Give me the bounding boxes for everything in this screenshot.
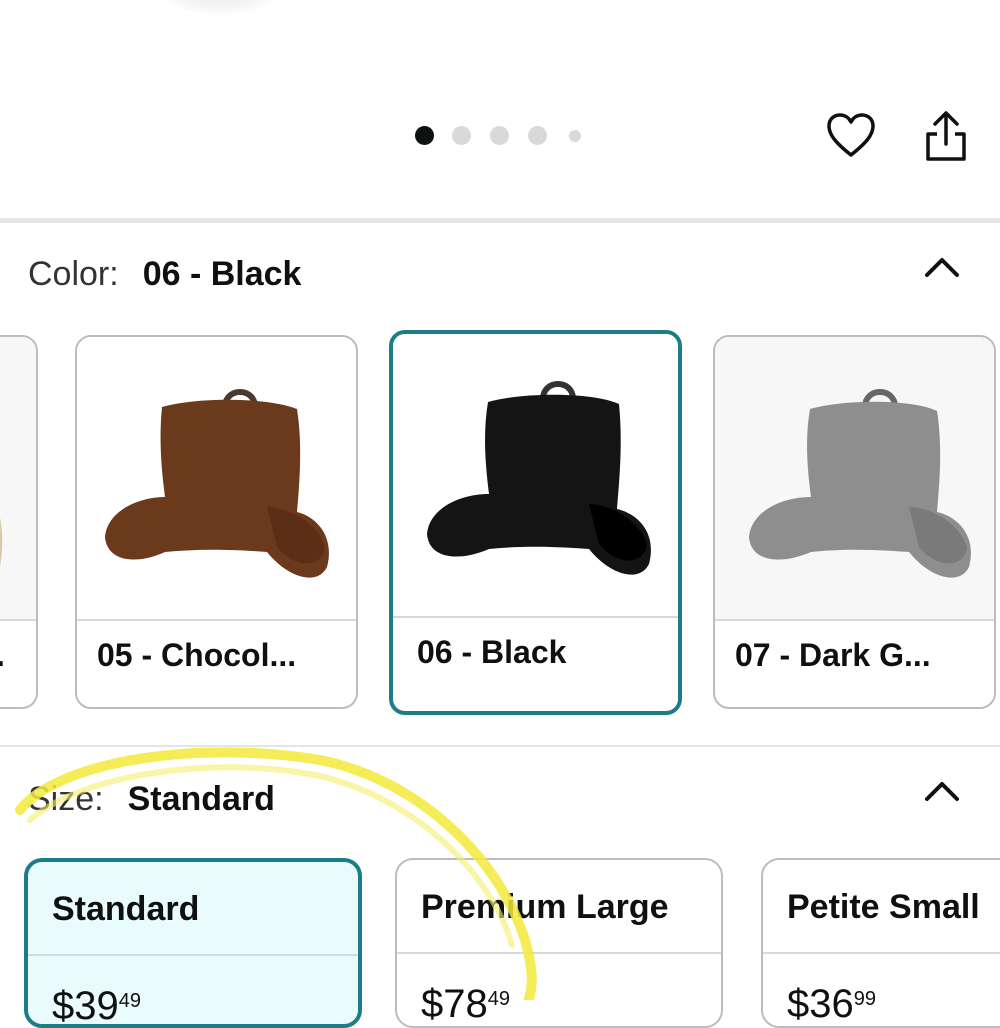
carousel-dot[interactable] [452, 126, 471, 145]
share-icon[interactable] [923, 110, 969, 169]
color-swatch-image [393, 334, 678, 616]
color-option-label: 07 - Dark G... [735, 637, 931, 673]
size-option-price: $3949 [52, 984, 141, 1028]
color-option-label: . [0, 637, 5, 674]
product-image-edge [160, 0, 280, 15]
product-image-area [0, 0, 1000, 220]
size-option-name: Premium Large [421, 888, 669, 926]
section-divider [0, 745, 1000, 747]
color-option-label: 06 - Black [417, 634, 567, 670]
size-option-name: Standard [52, 890, 200, 928]
size-value: Standard [127, 780, 275, 818]
color-header: Color: 06 - Black [28, 255, 301, 294]
size-label: Size: [28, 780, 104, 818]
color-option-card[interactable]: 07 - Dark G... [713, 335, 996, 709]
chevron-up-icon[interactable] [922, 776, 962, 811]
carousel-dot[interactable] [569, 130, 581, 142]
size-option-card[interactable]: Petite Small $3699 [761, 858, 1000, 1028]
size-header: Size: Standard [28, 780, 275, 819]
size-option-name: Petite Small [787, 888, 980, 926]
size-option-card-selected[interactable]: Standard $3949 [24, 858, 362, 1028]
color-label: Color: [28, 255, 119, 293]
chevron-up-icon[interactable] [922, 252, 962, 287]
color-swatch-image [77, 337, 356, 619]
color-option-label: 05 - Chocol... [97, 637, 297, 673]
size-option-price: $7849 [421, 982, 510, 1026]
color-option-card[interactable]: 05 - Chocol... [75, 335, 358, 709]
carousel-dot[interactable] [415, 126, 434, 145]
carousel-dot[interactable] [490, 126, 509, 145]
size-option-price: $3699 [787, 982, 876, 1026]
color-swatch-image [0, 337, 36, 619]
section-divider [0, 218, 1000, 223]
heart-icon[interactable] [826, 112, 876, 163]
color-option-card[interactable]: . [0, 335, 38, 709]
carousel-dot[interactable] [528, 126, 547, 145]
size-option-card[interactable]: Premium Large $7849 [395, 858, 723, 1028]
color-option-card-selected[interactable]: 06 - Black [389, 330, 682, 715]
color-swatch-image [715, 337, 994, 619]
color-value: 06 - Black [142, 255, 302, 293]
